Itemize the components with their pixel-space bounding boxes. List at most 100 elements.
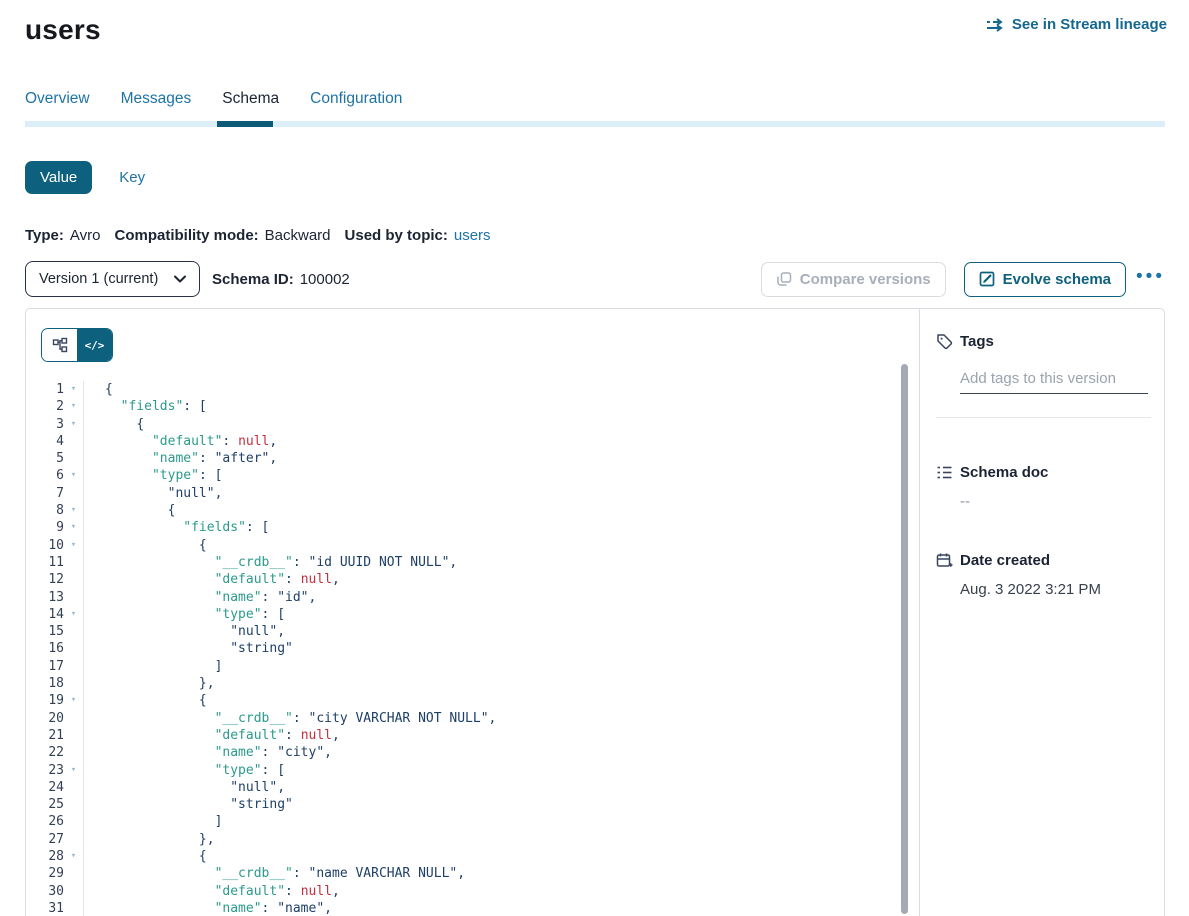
line-number: 22	[26, 744, 64, 761]
collapse-spacer	[64, 779, 84, 796]
tree-view-button[interactable]	[42, 329, 77, 361]
view-mode-toggle: </>	[41, 328, 113, 362]
collapse-toggle-icon[interactable]: ▾	[64, 692, 84, 709]
tab-bar: Overview Messages Schema Configuration	[0, 90, 1189, 127]
code-text: "name": "after",	[84, 450, 277, 467]
code-line: 3▾ {	[26, 416, 899, 433]
code-text: {	[84, 692, 207, 709]
more-options-button[interactable]: •••	[1136, 267, 1165, 292]
code-view-button[interactable]: </>	[77, 329, 112, 361]
line-number: 30	[26, 883, 64, 900]
collapse-spacer	[64, 675, 84, 692]
line-number: 18	[26, 675, 64, 692]
schema-id-value: 100002	[300, 271, 350, 288]
stream-lineage-label: See in Stream lineage	[1012, 16, 1167, 33]
code-line: 10▾ {	[26, 537, 899, 554]
tab-messages[interactable]: Messages	[121, 90, 192, 121]
line-number: 31	[26, 900, 64, 916]
code-line: 1▾{	[26, 381, 899, 398]
active-tab-indicator	[217, 121, 273, 127]
collapse-toggle-icon[interactable]: ▾	[64, 381, 84, 398]
compare-versions-button[interactable]: Compare versions	[761, 262, 946, 297]
tab-overview[interactable]: Overview	[25, 90, 90, 121]
collapse-toggle-icon[interactable]: ▾	[64, 467, 84, 484]
version-select-value: Version 1 (current)	[39, 271, 158, 287]
collapse-toggle-icon[interactable]: ▾	[64, 606, 84, 623]
line-number: 17	[26, 658, 64, 675]
topic-link[interactable]: users	[454, 227, 491, 244]
schema-page: users See in Stream lineage Overview Mes…	[0, 0, 1189, 916]
code-line: 11 "__crdb__": "id UUID NOT NULL",	[26, 554, 899, 571]
code-line: 29 "__crdb__": "name VARCHAR NULL",	[26, 865, 899, 882]
version-bar: Version 1 (current) Schema ID: 100002 Co…	[25, 261, 1165, 297]
line-number: 9	[26, 519, 64, 536]
collapse-spacer	[64, 623, 84, 640]
collapse-toggle-icon[interactable]: ▾	[64, 762, 84, 779]
code-text: "default": null,	[84, 571, 340, 588]
collapse-toggle-icon[interactable]: ▾	[64, 537, 84, 554]
schema-detail-container: </> 1▾{2▾ "fields": [3▾ {4 "default": nu…	[25, 308, 1165, 916]
collapse-spacer	[64, 744, 84, 761]
schema-meta-row: Type: Avro Compatibility mode: Backward …	[25, 227, 1164, 244]
line-number: 19	[26, 692, 64, 709]
line-number: 1	[26, 381, 64, 398]
code-line: 9▾ "fields": [	[26, 519, 899, 536]
collapse-toggle-icon[interactable]: ▾	[64, 398, 84, 415]
tab-underline-track	[25, 121, 1165, 127]
code-line: 19▾ {	[26, 692, 899, 709]
line-number: 24	[26, 779, 64, 796]
line-number: 11	[26, 554, 64, 571]
version-select[interactable]: Version 1 (current)	[25, 261, 200, 297]
code-line: 13 "name": "id",	[26, 589, 899, 606]
code-line: 15 "null",	[26, 623, 899, 640]
collapse-spacer	[64, 831, 84, 848]
vertical-scrollbar[interactable]	[901, 364, 908, 914]
code-text: {	[84, 848, 207, 865]
line-number: 12	[26, 571, 64, 588]
collapse-spacer	[64, 571, 84, 588]
code-line: 7 "null",	[26, 485, 899, 502]
tab-schema[interactable]: Schema	[222, 90, 279, 121]
code-line: 6▾ "type": [	[26, 467, 899, 484]
collapse-spacer	[64, 554, 84, 571]
collapse-spacer	[64, 900, 84, 916]
collapse-spacer	[64, 589, 84, 606]
stream-lineage-link[interactable]: See in Stream lineage	[986, 16, 1167, 33]
collapse-spacer	[64, 865, 84, 882]
key-toggle-link[interactable]: Key	[119, 169, 145, 186]
code-text: "type": [	[84, 467, 222, 484]
code-line: 12 "default": null,	[26, 571, 899, 588]
compare-versions-label: Compare versions	[800, 271, 931, 288]
code-line: 5 "name": "after",	[26, 450, 899, 467]
tags-input[interactable]	[960, 370, 1148, 394]
line-number: 28	[26, 848, 64, 865]
schema-doc-icon	[936, 464, 953, 481]
date-created-value: Aug. 3 2022 3:21 PM	[960, 581, 1148, 598]
code-text: "__crdb__": "id UUID NOT NULL",	[84, 554, 457, 571]
collapse-spacer	[64, 485, 84, 502]
code-text: "name": "id",	[84, 589, 316, 606]
schema-sidebar: Tags Schema doc --	[919, 309, 1164, 916]
code-text: "name": "name",	[84, 900, 332, 916]
code-text: {	[84, 416, 144, 433]
line-number: 2	[26, 398, 64, 415]
code-text: "__crdb__": "name VARCHAR NULL",	[84, 865, 465, 882]
code-line: 23▾ "type": [	[26, 762, 899, 779]
value-key-toggle: Value Key	[25, 161, 1164, 194]
code-line: 4 "default": null,	[26, 433, 899, 450]
code-line: 25 "string"	[26, 796, 899, 813]
tags-title: Tags	[960, 333, 994, 350]
line-number: 5	[26, 450, 64, 467]
line-number: 16	[26, 640, 64, 657]
code-text: {	[84, 502, 175, 519]
collapse-spacer	[64, 640, 84, 657]
evolve-schema-label: Evolve schema	[1003, 271, 1111, 288]
evolve-schema-button[interactable]: Evolve schema	[964, 262, 1126, 297]
value-toggle-button[interactable]: Value	[25, 161, 92, 194]
chevron-down-icon	[174, 275, 186, 283]
collapse-toggle-icon[interactable]: ▾	[64, 848, 84, 865]
collapse-toggle-icon[interactable]: ▾	[64, 519, 84, 536]
collapse-toggle-icon[interactable]: ▾	[64, 502, 84, 519]
tab-configuration[interactable]: Configuration	[310, 90, 402, 121]
collapse-toggle-icon[interactable]: ▾	[64, 416, 84, 433]
